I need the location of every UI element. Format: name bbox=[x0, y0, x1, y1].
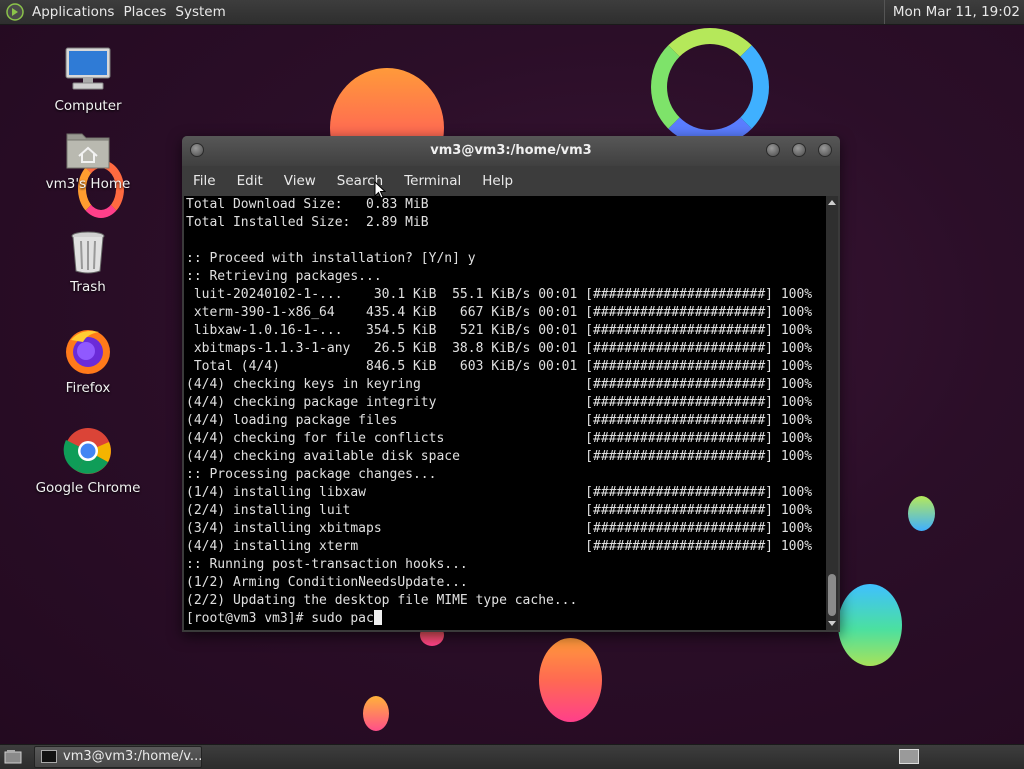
terminal-line: (2/2) Updating the desktop file MIME typ… bbox=[186, 593, 578, 608]
terminal-window[interactable]: vm3@vm3:/home/vm3 File Edit View Search … bbox=[182, 136, 840, 632]
applications-menu[interactable]: Applications bbox=[32, 0, 123, 24]
menu-view[interactable]: View bbox=[273, 166, 326, 196]
terminal-line: :: Processing package changes... bbox=[186, 467, 437, 482]
menu-help[interactable]: Help bbox=[471, 166, 523, 196]
blue-blob-decoration bbox=[838, 584, 902, 666]
terminal-line: (4/4) checking package integrity [######… bbox=[186, 395, 813, 410]
taskbar-terminal-button[interactable]: vm3@vm3:/home/v... bbox=[34, 746, 202, 768]
desktop-icon-chrome[interactable]: Google Chrome bbox=[28, 426, 148, 496]
desktop-icon-firefox[interactable]: Firefox bbox=[28, 326, 148, 396]
terminal-line: Total Installed Size: 2.89 MiB bbox=[186, 215, 429, 230]
terminal-line: (4/4) installing xterm [################… bbox=[186, 539, 813, 554]
places-menu[interactable]: Places bbox=[123, 0, 175, 24]
terminal-line: Total Download Size: 0.83 MiB bbox=[186, 197, 429, 212]
mouse-pointer-icon bbox=[374, 181, 386, 199]
menu-file[interactable]: File bbox=[182, 166, 226, 196]
desktop-icon-label: vm3's Home bbox=[45, 176, 131, 192]
system-menu[interactable]: System bbox=[175, 0, 234, 24]
computer-icon bbox=[65, 47, 111, 90]
home-folder-icon bbox=[66, 133, 110, 169]
green-ring-decoration bbox=[651, 28, 769, 146]
terminal-line: libxaw-1.0.16-1-... 354.5 KiB 521 KiB/s … bbox=[186, 323, 813, 338]
show-desktop-icon[interactable] bbox=[4, 749, 22, 765]
blue-blob-decoration bbox=[908, 496, 935, 531]
scroll-up-arrow-icon[interactable] bbox=[828, 200, 836, 205]
terminal-icon bbox=[41, 750, 57, 763]
terminal-line: (4/4) checking available disk space [###… bbox=[186, 449, 813, 464]
terminal-scrollbar[interactable] bbox=[826, 196, 838, 630]
top-panel: Applications Places System Mon Mar 11, 1… bbox=[0, 0, 1024, 25]
desktop-icon-home[interactable]: vm3's Home bbox=[28, 128, 148, 192]
terminal-line: (3/4) installing xbitmaps [#############… bbox=[186, 521, 813, 536]
window-titlebar[interactable]: vm3@vm3:/home/vm3 bbox=[182, 136, 840, 166]
terminal-line: :: Proceed with installation? [Y/n] y bbox=[186, 251, 476, 266]
desktop-icon-label: Computer bbox=[54, 98, 122, 114]
terminal-line: (1/4) installing libxaw [###############… bbox=[186, 485, 813, 500]
orange-blob-decoration bbox=[363, 696, 389, 731]
terminal-line: (2/4) installing luit [#################… bbox=[186, 503, 813, 518]
desktop-icon-computer[interactable]: Computer bbox=[28, 46, 148, 114]
terminal-line: (4/4) loading package files [###########… bbox=[186, 413, 813, 428]
scroll-down-arrow-icon[interactable] bbox=[828, 621, 836, 626]
terminal-line: :: Running post-transaction hooks... bbox=[186, 557, 468, 572]
window-menu-button[interactable] bbox=[190, 143, 204, 157]
terminal-prompt: [root@vm3 vm3]# sudo pac bbox=[186, 611, 374, 626]
task-label: vm3@vm3:/home/v... bbox=[63, 749, 202, 764]
terminal-prompt-line[interactable]: [root@vm3 vm3]# sudo pac bbox=[186, 610, 826, 628]
terminal-output[interactable]: Total Download Size: 0.83 MiB Total Insta… bbox=[184, 196, 826, 630]
terminal-line: Total (4/4) 846.5 KiB 603 KiB/s 00:01 [#… bbox=[186, 359, 813, 374]
terminal-line: (1/2) Arming ConditionNeedsUpdate... bbox=[186, 575, 468, 590]
mate-logo-icon[interactable] bbox=[6, 3, 24, 21]
terminal-line: (4/4) checking keys in keyring [########… bbox=[186, 377, 813, 392]
maximize-button[interactable] bbox=[792, 143, 806, 157]
terminal-line: xterm-390-1-x86_64 435.4 KiB 667 KiB/s 0… bbox=[186, 305, 813, 320]
scrollbar-thumb[interactable] bbox=[828, 574, 836, 616]
terminal-line: (4/4) checking for file conflicts [#####… bbox=[186, 431, 813, 446]
firefox-icon bbox=[66, 330, 110, 374]
chrome-icon bbox=[63, 428, 111, 474]
workspace-switcher[interactable] bbox=[899, 749, 919, 764]
terminal-line: luit-20240102-1-... 30.1 KiB 55.1 KiB/s … bbox=[186, 287, 813, 302]
minimize-button[interactable] bbox=[766, 143, 780, 157]
close-button[interactable] bbox=[818, 143, 832, 157]
desktop-icon-trash[interactable]: Trash bbox=[28, 229, 148, 295]
orange-blob-decoration bbox=[539, 638, 602, 722]
desktop-icon-label: Trash bbox=[70, 279, 106, 295]
terminal-line: xbitmaps-1.1.3-1-any 26.5 KiB 38.8 KiB/s… bbox=[186, 341, 813, 356]
bottom-panel: vm3@vm3:/home/v... bbox=[0, 744, 1024, 769]
trash-icon bbox=[71, 231, 105, 274]
desktop-icon-label: Firefox bbox=[65, 380, 111, 396]
desktop-icon-label: Google Chrome bbox=[35, 480, 141, 496]
window-title: vm3@vm3:/home/vm3 bbox=[430, 143, 592, 158]
clock[interactable]: Mon Mar 11, 19:02 bbox=[883, 0, 1020, 24]
text-cursor bbox=[373, 610, 382, 625]
terminal-line: :: Retrieving packages... bbox=[186, 269, 382, 284]
menu-edit[interactable]: Edit bbox=[226, 166, 273, 196]
menu-terminal[interactable]: Terminal bbox=[393, 166, 471, 196]
terminal-menubar: File Edit View Search Terminal Help bbox=[182, 166, 840, 196]
